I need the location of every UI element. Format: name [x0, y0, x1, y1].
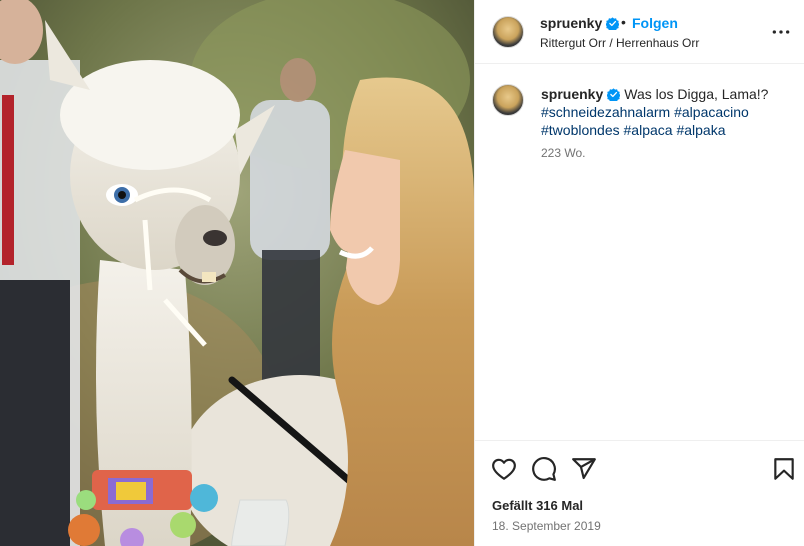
hashtag-link[interactable]: #schneidezahnalarm — [541, 104, 670, 120]
paper-plane-icon[interactable] — [571, 456, 597, 482]
hashtag-link[interactable]: #twoblondes — [541, 122, 620, 138]
caption-message: Was los Digga, Lama!? — [624, 86, 769, 102]
follow-button[interactable]: Folgen — [632, 15, 678, 31]
hashtag-link[interactable]: #alpaca — [624, 122, 673, 138]
hashtag-link[interactable]: #alpacacino — [674, 104, 749, 120]
avatar[interactable] — [492, 16, 524, 48]
verified-badge-icon — [607, 88, 621, 101]
comment-bubble-icon[interactable] — [531, 456, 557, 482]
post-actions-bar: Gefällt 316 Mal 18. September 2019 — [475, 440, 804, 546]
heart-outline-icon[interactable] — [491, 456, 517, 482]
likes-count[interactable]: Gefällt 316 Mal — [492, 498, 583, 513]
separator-dot: • — [621, 14, 626, 30]
post-photo[interactable] — [0, 0, 474, 546]
hashtag-link[interactable]: #alpaka — [676, 122, 725, 138]
caption-avatar[interactable] — [492, 84, 524, 116]
post-photo-illustration — [0, 0, 474, 546]
bookmark-icon[interactable] — [771, 456, 797, 482]
caption-text: spruenky Was los Digga, Lama!? #schneide… — [541, 85, 791, 139]
more-options-icon[interactable] — [771, 22, 791, 42]
caption-timestamp[interactable]: 223 Wo. — [541, 146, 585, 160]
header-username[interactable]: spruenky — [540, 15, 602, 31]
post-date[interactable]: 18. September 2019 — [492, 519, 601, 533]
post-header: spruenky • Folgen Rittergut Orr / Herren… — [475, 0, 804, 64]
caption-username[interactable]: spruenky — [541, 86, 603, 102]
post-side-panel: spruenky • Folgen Rittergut Orr / Herren… — [474, 0, 804, 546]
location-link[interactable]: Rittergut Orr / Herrenhaus Orr — [540, 36, 699, 50]
verified-badge-icon — [606, 17, 619, 30]
